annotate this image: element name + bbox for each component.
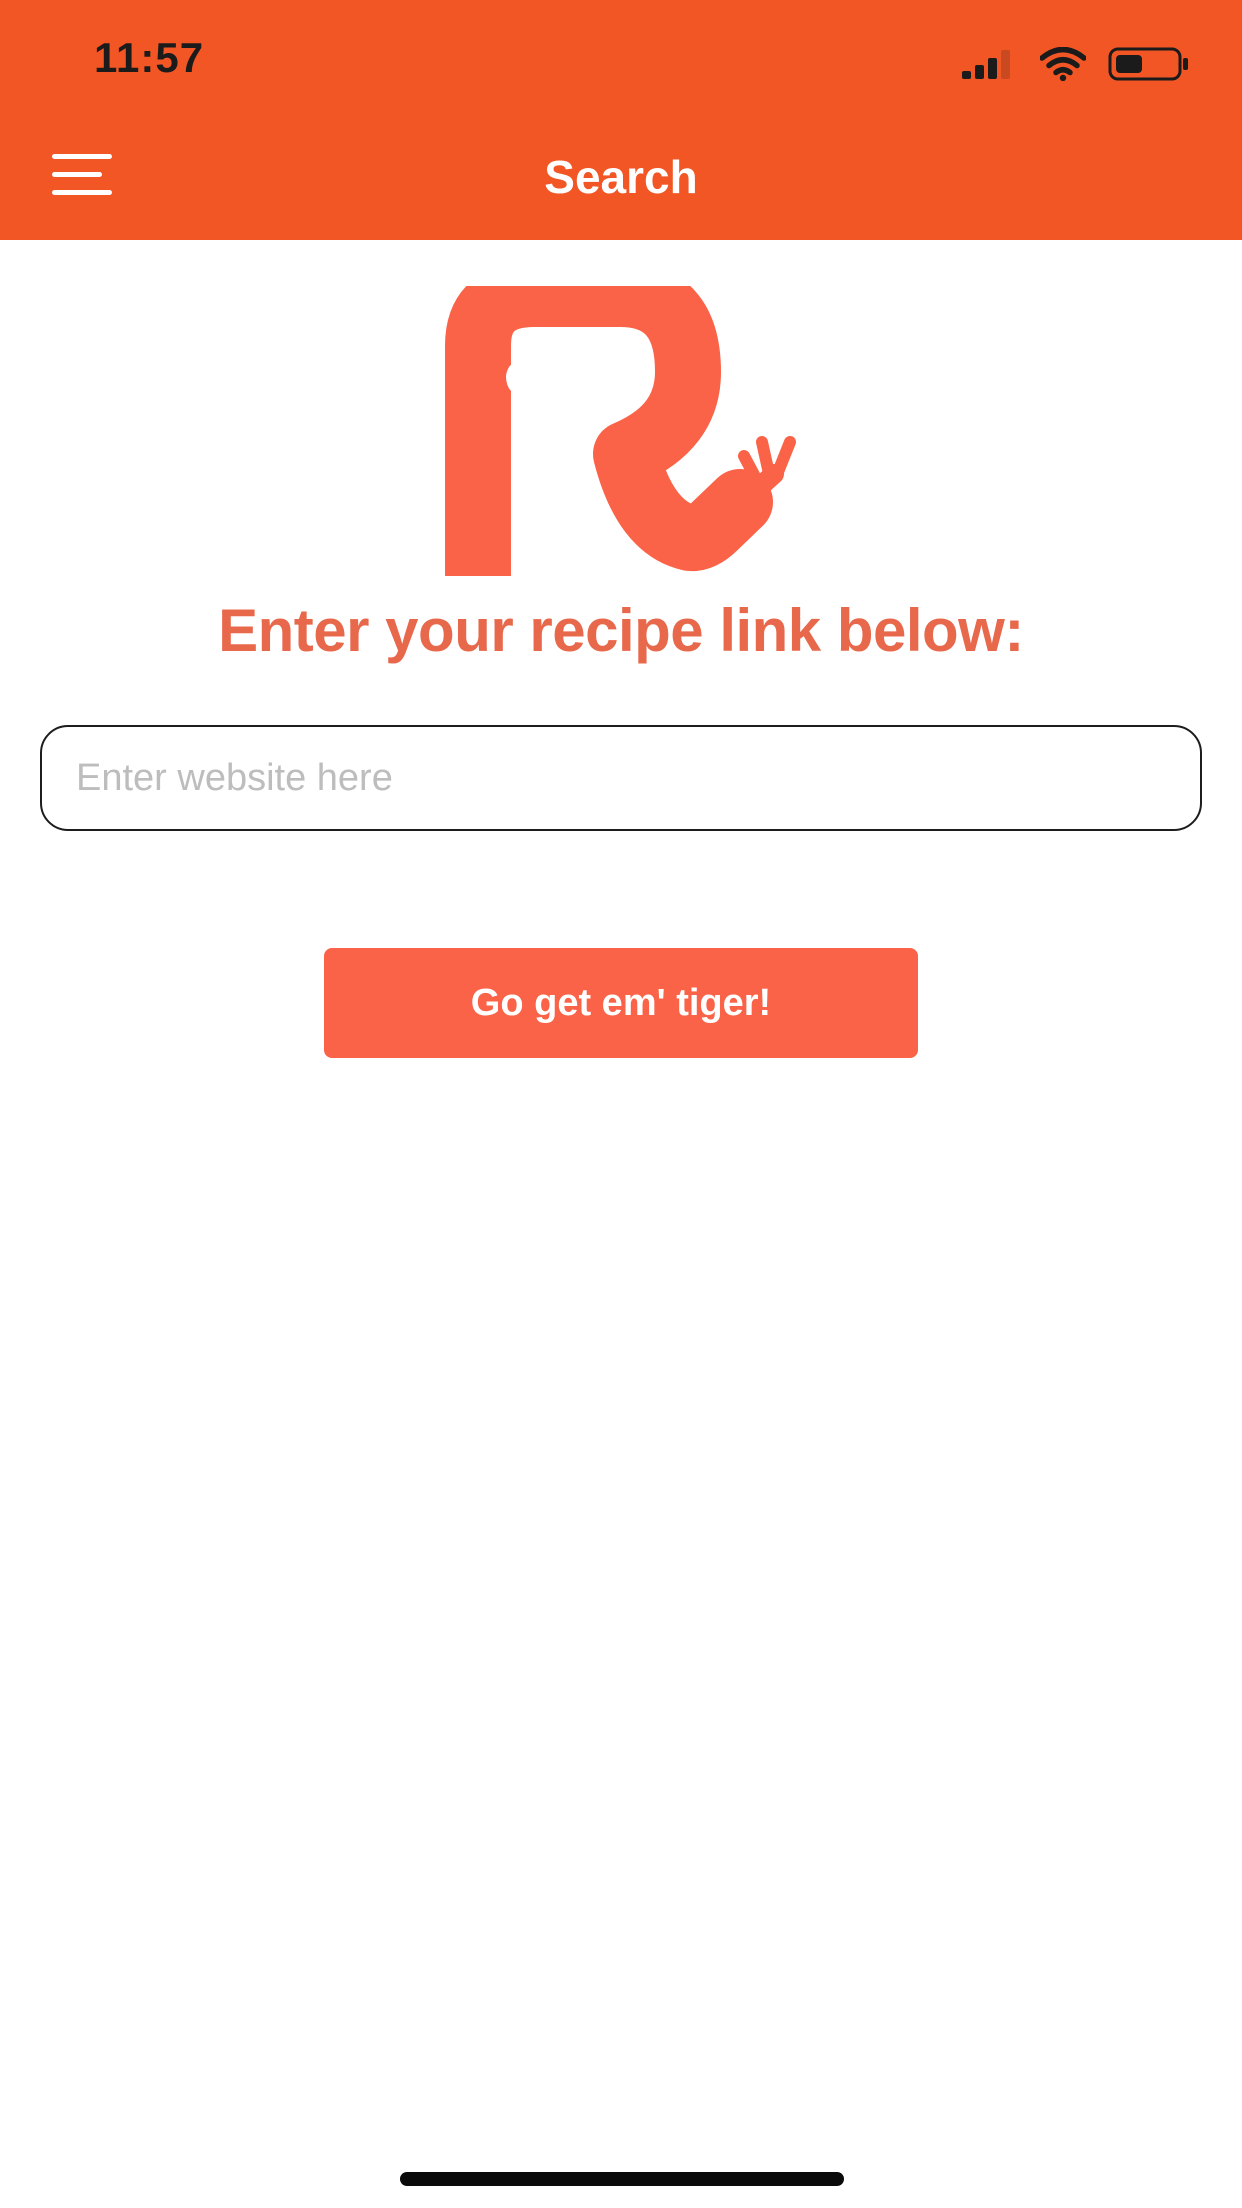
go-get-em-button[interactable]: Go get em' tiger!	[324, 948, 918, 1058]
headline: Enter your recipe link below:	[218, 597, 1024, 664]
website-input[interactable]	[40, 725, 1202, 831]
home-indicator	[400, 2172, 844, 2186]
app-screen: 11:57 Search Enter your recipe link belo…	[0, 0, 1242, 2208]
top-bar: 11:57 Search	[0, 0, 1242, 240]
page-title: Search	[544, 151, 698, 203]
cellular-signal-icon	[962, 50, 1010, 79]
status-time: 11:57	[94, 34, 205, 81]
recipe-r-fork-logo	[445, 286, 796, 576]
wifi-icon	[1040, 47, 1086, 81]
status-icons	[962, 44, 1192, 84]
battery-icon	[1108, 47, 1188, 81]
